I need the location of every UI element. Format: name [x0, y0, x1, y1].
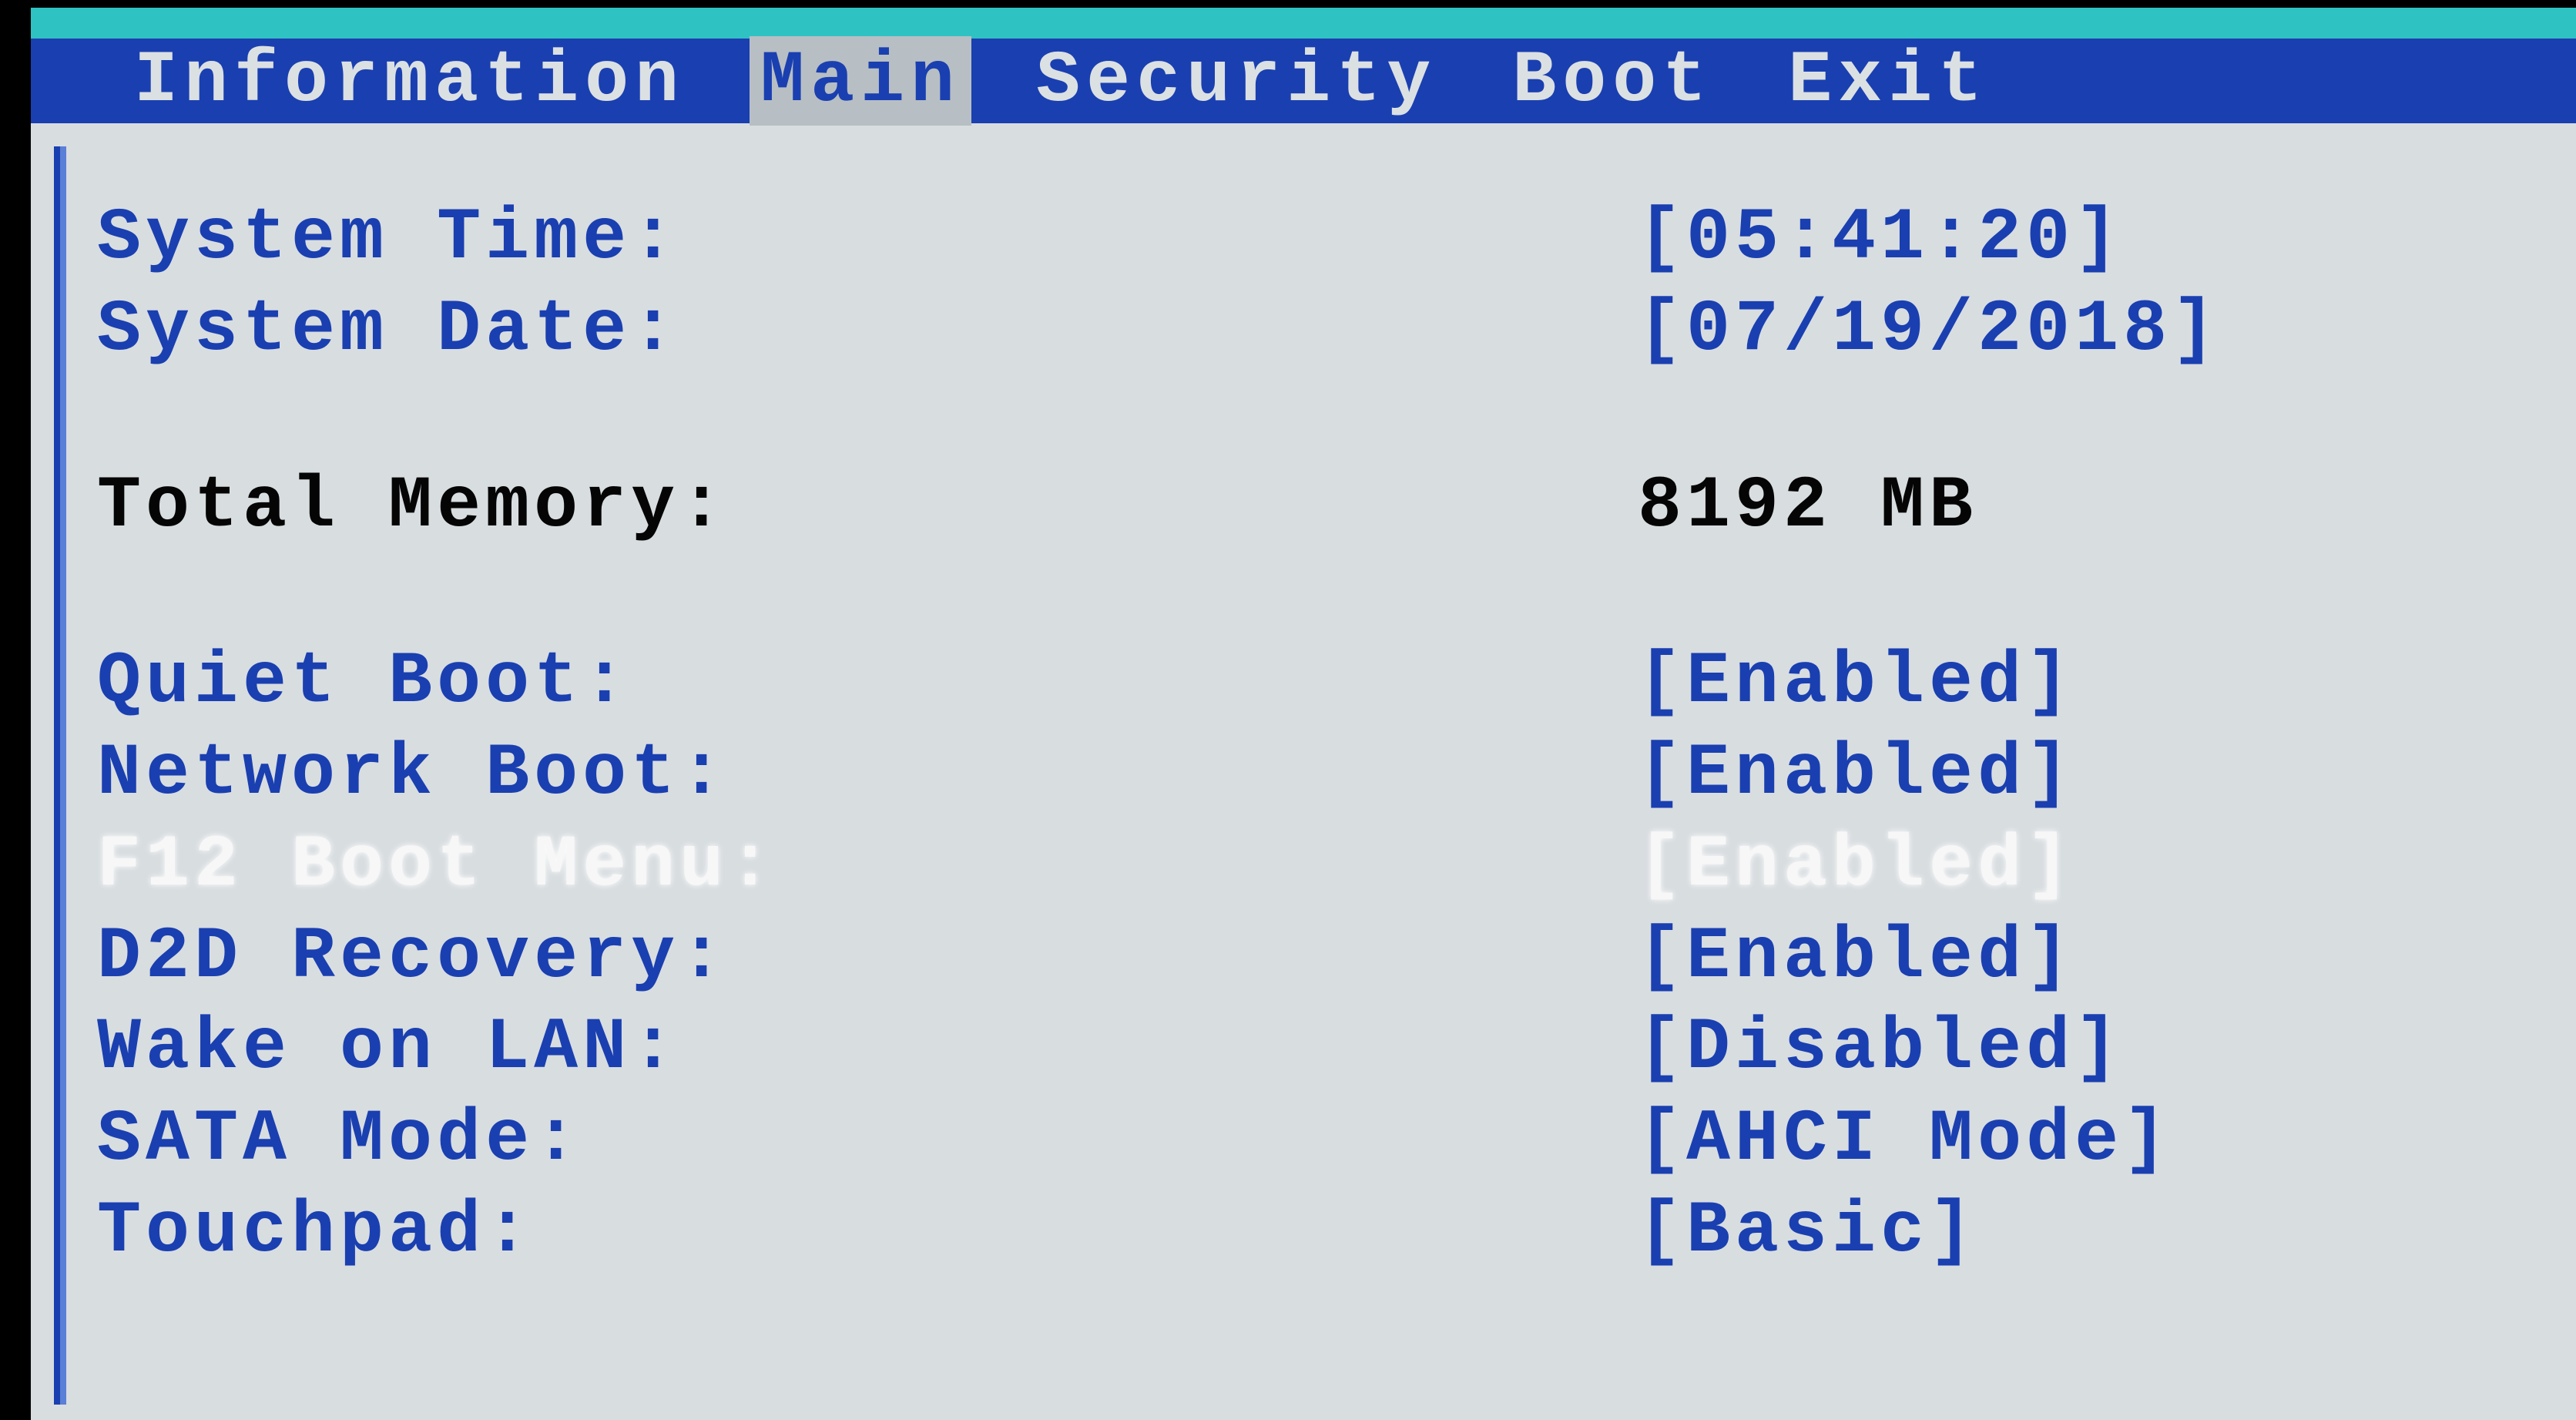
row-system-time[interactable]: System Time: [05:41:20]	[97, 193, 2530, 284]
tab-main[interactable]: Main	[750, 36, 971, 126]
row-quiet-boot[interactable]: Quiet Boot: [Enabled]	[97, 636, 2530, 728]
row-touchpad[interactable]: Touchpad: [Basic]	[97, 1186, 2530, 1277]
label-d2d-recovery: D2D Recovery:	[97, 911, 1638, 1003]
label-sata-mode: SATA Mode:	[97, 1094, 1638, 1186]
row-wake-on-lan[interactable]: Wake on LAN: [Disabled]	[97, 1002, 2530, 1094]
label-network-boot: Network Boot:	[97, 728, 1638, 820]
value-d2d-recovery[interactable]: [Enabled]	[1638, 911, 2075, 1003]
tab-security[interactable]: Security	[1025, 36, 1447, 126]
label-system-date: System Date:	[97, 284, 1638, 376]
label-quiet-boot: Quiet Boot:	[97, 636, 1638, 728]
bios-screen: Insy Information Main Security Boot Exit…	[31, 8, 2576, 1420]
spacer	[97, 376, 2530, 461]
value-quiet-boot[interactable]: [Enabled]	[1638, 636, 2075, 728]
label-system-time: System Time:	[97, 193, 1638, 284]
settings-panel: System Time: [05:41:20] System Date: [07…	[60, 146, 2576, 1405]
panel-border: System Time: [05:41:20] System Date: [07…	[54, 146, 2576, 1405]
value-wake-on-lan[interactable]: [Disabled]	[1638, 1002, 2123, 1094]
value-sata-mode[interactable]: [AHCI Mode]	[1638, 1094, 2172, 1186]
value-f12-boot-menu[interactable]: [Enabled]	[1638, 820, 2075, 911]
label-total-memory: Total Memory:	[97, 461, 1638, 552]
tab-information[interactable]: Information	[123, 36, 696, 126]
label-touchpad: Touchpad:	[97, 1186, 1638, 1277]
label-wake-on-lan: Wake on LAN:	[97, 1002, 1638, 1094]
row-network-boot[interactable]: Network Boot: [Enabled]	[97, 728, 2530, 820]
row-system-date[interactable]: System Date: [07/19/2018]	[97, 284, 2530, 376]
top-accent-bar	[31, 8, 2576, 39]
row-total-memory: Total Memory: 8192 MB	[97, 461, 2530, 552]
menu-bar: Information Main Security Boot Exit	[31, 39, 2576, 123]
value-touchpad[interactable]: [Basic]	[1638, 1186, 1977, 1277]
row-f12-boot-menu[interactable]: F12 Boot Menu: [Enabled]	[97, 820, 2530, 911]
value-system-date[interactable]: [07/19/2018]	[1638, 284, 2220, 376]
tab-exit[interactable]: Exit	[1777, 36, 1999, 126]
value-system-time[interactable]: [05:41:20]	[1638, 193, 2123, 284]
value-total-memory: 8192 MB	[1638, 461, 1977, 552]
row-d2d-recovery[interactable]: D2D Recovery: [Enabled]	[97, 911, 2530, 1003]
spacer	[97, 552, 2530, 636]
label-f12-boot-menu: F12 Boot Menu:	[97, 820, 1638, 911]
row-sata-mode[interactable]: SATA Mode: [AHCI Mode]	[97, 1094, 2530, 1186]
tab-boot[interactable]: Boot	[1501, 36, 1723, 126]
value-network-boot[interactable]: [Enabled]	[1638, 728, 2075, 820]
